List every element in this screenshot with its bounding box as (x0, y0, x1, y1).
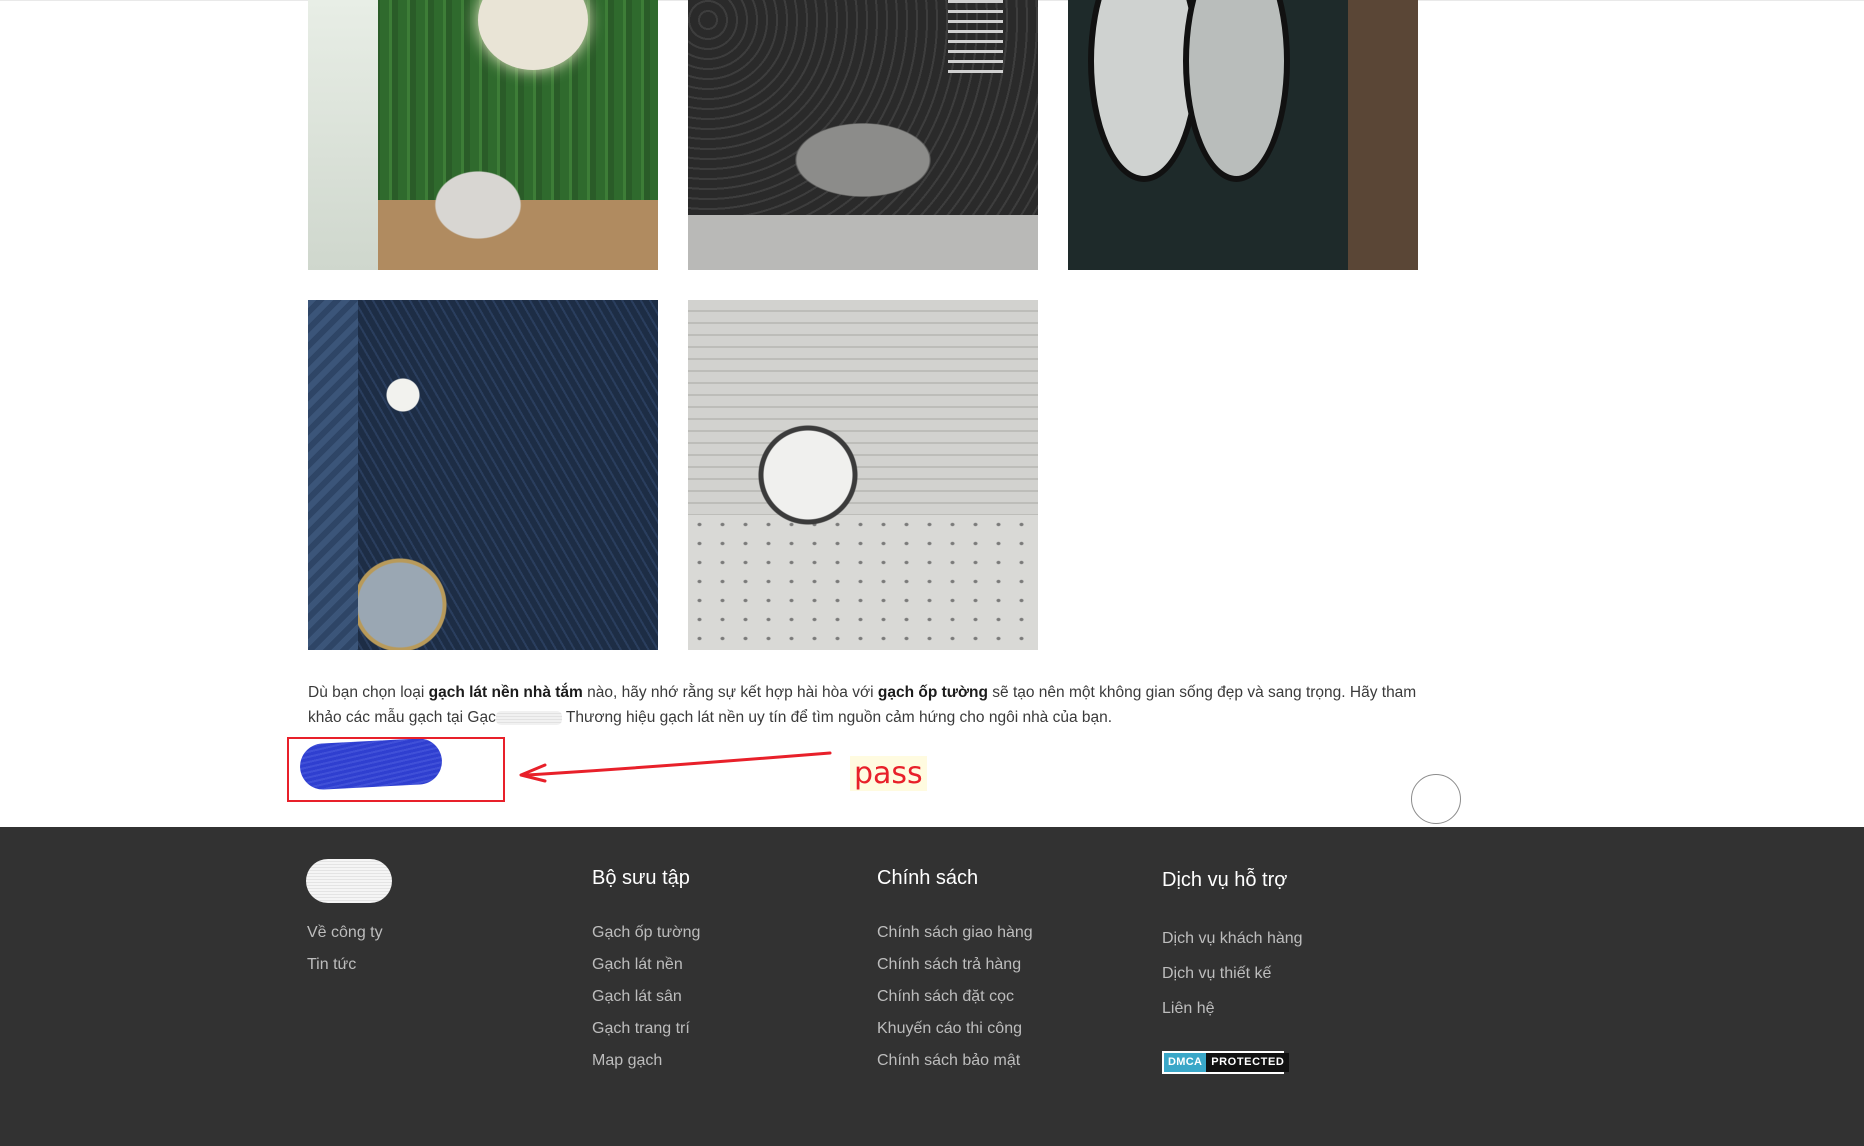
footer-link-news[interactable]: Tin tức (307, 956, 356, 974)
para-text-4: Thương hiệu gạch lát nền uy tín để tìm n… (561, 709, 1113, 726)
footer-title-collection: Bộ sưu tập (592, 867, 690, 889)
gallery-image-double-mirror[interactable] (1068, 0, 1418, 270)
highlight-box (287, 737, 505, 802)
redacted-brand (495, 710, 562, 725)
gallery-image-green-vanity[interactable] (308, 0, 658, 270)
footer-link-customer-service[interactable]: Dịch vụ khách hàng (1162, 930, 1303, 948)
scroll-top-button[interactable] (1411, 774, 1461, 824)
footer-title-policy: Chính sách (877, 867, 979, 889)
article-paragraph: Dù bạn chọn loại gạch lát nền nhà tắm nà… (308, 680, 1423, 730)
arrow-left-icon (519, 751, 832, 783)
footer-link-yard-tile[interactable]: Gạch lát sân (592, 988, 682, 1006)
footer-link-deposit[interactable]: Chính sách đặt cọc (877, 988, 1014, 1006)
footer-link-wall-tile[interactable]: Gạch ốp tường (592, 924, 700, 942)
footer-link-shipping[interactable]: Chính sách giao hàng (877, 924, 1033, 942)
footer-link-design-service[interactable]: Dịch vụ thiết kế (1162, 965, 1271, 983)
footer-link-privacy[interactable]: Chính sách bảo mật (877, 1052, 1020, 1070)
dmca-badge[interactable]: DMCA PROTECTED (1162, 1051, 1290, 1074)
para-text-2: nào, hãy nhớ rằng sự kết hợp hài hòa với (582, 684, 878, 701)
gallery-image-white-linear-tile[interactable] (688, 300, 1038, 650)
pass-label: pass (850, 756, 927, 791)
footer-logo[interactable] (306, 859, 392, 903)
footer-link-tile-map[interactable]: Map gạch (592, 1052, 662, 1070)
gallery-image-freestanding-tub[interactable] (688, 0, 1038, 270)
footer-link-floor-tile[interactable]: Gạch lát nền (592, 956, 683, 974)
footer-link-returns[interactable]: Chính sách trả hàng (877, 956, 1021, 974)
gallery-image-navy-hexagon[interactable] (308, 300, 658, 650)
dmca-label: DMCA (1164, 1053, 1207, 1072)
footer-title-support: Dịch vụ hỗ trợ (1162, 869, 1288, 891)
keyword-floor-tile[interactable]: gạch lát nền nhà tắm (429, 684, 583, 701)
para-text-1: Dù bạn chọn loại (308, 684, 429, 701)
dmca-protected-label: PROTECTED (1206, 1053, 1290, 1072)
footer-link-contact[interactable]: Liên hệ (1162, 1000, 1215, 1018)
footer-link-install-advice[interactable]: Khuyến cáo thi công (877, 1020, 1022, 1038)
footer-link-decor-tile[interactable]: Gạch trang trí (592, 1020, 690, 1038)
page: Dù bạn chọn loại gạch lát nền nhà tắm nà… (0, 0, 1864, 1146)
keyword-wall-tile[interactable]: gạch ốp tường (878, 684, 988, 701)
footer-link-about[interactable]: Về công ty (307, 924, 383, 942)
